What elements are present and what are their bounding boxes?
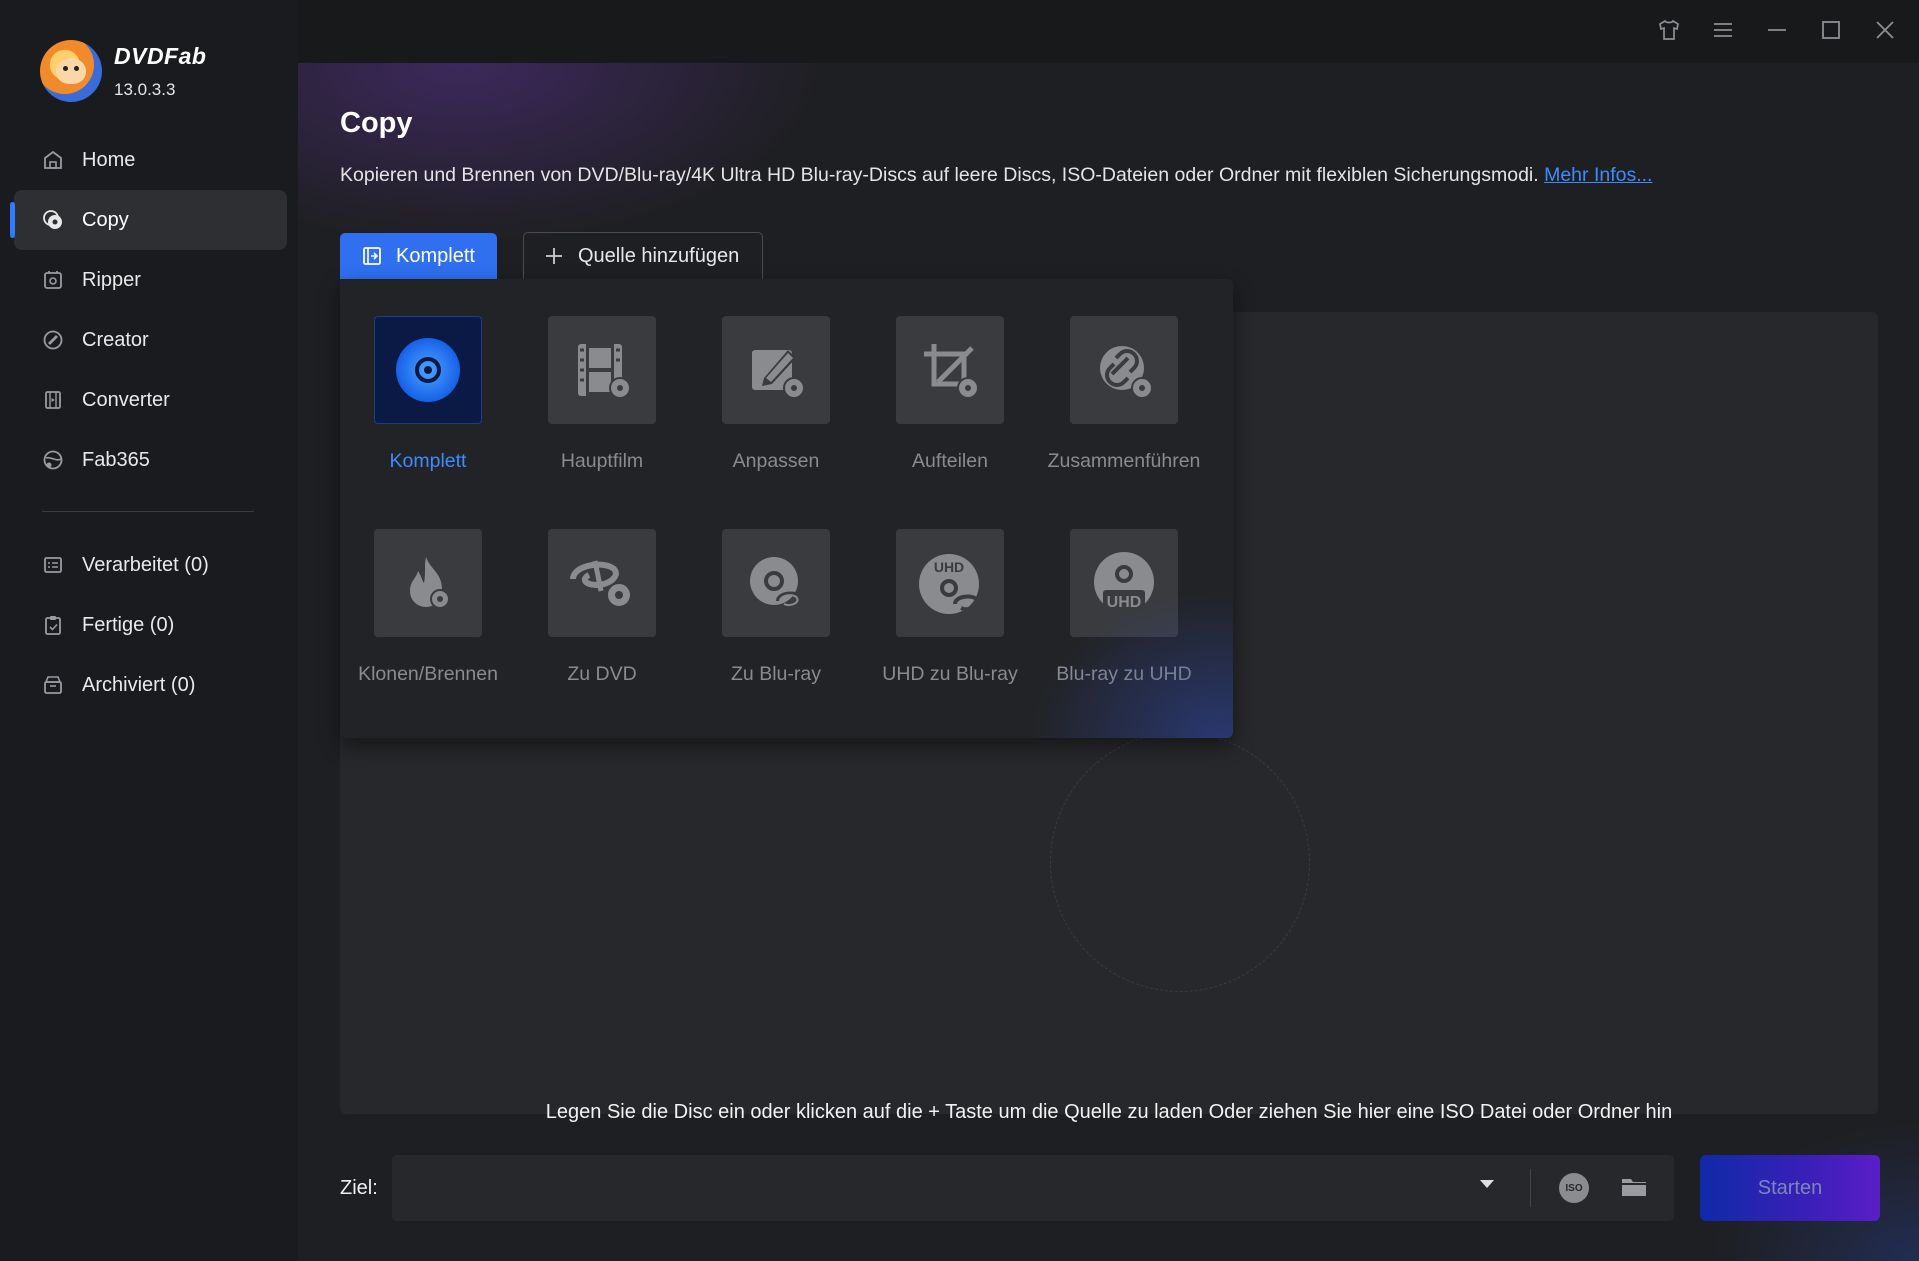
target-divider (1530, 1169, 1531, 1207)
processing-list-icon (42, 554, 64, 576)
mode-anpassen[interactable]: Anpassen (689, 316, 863, 473)
home-icon (42, 149, 64, 171)
sidebar-item-label: Creator (82, 328, 149, 351)
uhd-badge-text: UHD (1107, 594, 1142, 611)
app-version: 13.0.3.3 (114, 79, 176, 99)
sidebar-item-home[interactable]: Home (14, 130, 287, 190)
page-title: Copy (340, 107, 413, 139)
folder-icon[interactable] (1620, 1175, 1648, 1204)
chevron-down-icon[interactable] (1480, 1180, 1494, 1188)
mode-label: Zu DVD (567, 663, 637, 685)
mode-label: Zu Blu-ray (731, 663, 821, 685)
more-info-link[interactable]: Mehr Infos... (1544, 164, 1652, 186)
add-source-label: Quelle hinzufügen (578, 244, 740, 267)
edit-pencil-icon (722, 316, 830, 424)
sidebar-divider (42, 511, 254, 512)
brand: DVDFab 13.0.3.3 (40, 40, 206, 102)
start-button[interactable]: Starten (1700, 1155, 1880, 1221)
mode-komplett[interactable]: Komplett (341, 316, 515, 473)
tshirt-skin-icon[interactable] (1653, 14, 1685, 46)
minimize-icon[interactable] (1761, 14, 1793, 46)
maximize-icon[interactable] (1815, 14, 1847, 46)
copy-mode-label: Komplett (396, 244, 475, 267)
sidebar-item-label: Verarbeitet (0) (82, 553, 209, 576)
sidebar-item-converter[interactable]: Converter (14, 370, 287, 430)
page-description: Kopieren und Brennen von DVD/Blu-ray/4K … (340, 164, 1652, 187)
sidebar-item-copy[interactable]: Copy (10, 190, 287, 250)
disc-placeholder-icon (1050, 732, 1310, 992)
queue-nav: Verarbeitet (0) Fertige (0) Archiviert (… (14, 535, 287, 715)
dvdfab-logo-icon (40, 40, 102, 102)
sidebar-item-label: Fab365 (82, 448, 150, 471)
drop-hint: Legen Sie die Disc ein oder klicken auf … (545, 1101, 1673, 1123)
mode-zusammenfuehren[interactable]: Zusammenführen (1037, 316, 1211, 473)
mode-label: UHD zu Blu-ray (882, 663, 1018, 685)
mode-label: Klonen/Brennen (358, 663, 498, 685)
burn-flame-icon (374, 529, 482, 637)
mode-switch-icon (362, 246, 382, 266)
iso-output-icon[interactable]: ISO (1559, 1173, 1589, 1203)
sidebar-item-fab365[interactable]: Fab365 (14, 430, 287, 490)
full-disc-icon (374, 316, 482, 424)
app-name: DVDFab (114, 42, 207, 69)
sidebar-item-processing[interactable]: Verarbeitet (0) (14, 535, 287, 595)
merge-link-icon (1070, 316, 1178, 424)
copy-icon (42, 209, 64, 231)
sidebar-item-label: Copy (82, 208, 129, 231)
sidebar-item-ripper[interactable]: Ripper (14, 250, 287, 310)
menu-icon[interactable] (1707, 14, 1739, 46)
mode-aufteilen[interactable]: Aufteilen (863, 316, 1037, 473)
uhd-to-bluray-icon: UHD (896, 529, 1004, 637)
plus-icon (544, 246, 564, 266)
main-nav: Home Copy Ripper Creator Converter Fab36… (10, 130, 287, 490)
sidebar-item-archived[interactable]: Archiviert (0) (14, 655, 287, 715)
mode-label: Komplett (389, 450, 467, 472)
mode-label: Aufteilen (912, 450, 988, 472)
finished-clipboard-icon (42, 614, 64, 636)
mode-zu-bluray[interactable]: Zu Blu-ray (689, 529, 863, 686)
sidebar-item-label: Converter (82, 388, 170, 411)
description-text: Kopieren und Brennen von DVD/Blu-ray/4K … (340, 164, 1539, 186)
close-icon[interactable] (1869, 14, 1901, 46)
sidebar-item-finished[interactable]: Fertige (0) (14, 595, 287, 655)
sidebar-item-creator[interactable]: Creator (14, 310, 287, 370)
add-source-button[interactable]: Quelle hinzufügen (523, 232, 763, 279)
mode-label: Zusammenführen (1047, 450, 1201, 472)
copy-mode-button[interactable]: Komplett (340, 233, 497, 279)
iso-label: ISO (1565, 1182, 1583, 1194)
creator-icon (42, 329, 64, 351)
disc-to-bluray-icon (722, 529, 830, 637)
sidebar: DVDFab 13.0.3.3 Home Copy Ripper Creator… (0, 0, 298, 1261)
sidebar-item-label: Archiviert (0) (82, 673, 196, 696)
bluray-to-uhd-icon: UHD (1070, 529, 1178, 637)
mode-uhd-zu-bluray[interactable]: UHD UHD zu Blu-ray (863, 529, 1037, 686)
title-bar (298, 0, 1919, 63)
mode-label: Hauptfilm (560, 450, 644, 472)
ripper-icon (42, 269, 64, 291)
sidebar-item-label: Home (82, 148, 136, 171)
target-path-dropdown[interactable]: ISO (392, 1155, 1674, 1221)
copy-mode-panel: Komplett Hauptfilm Anpassen Aufteilen Zu… (340, 279, 1233, 738)
mode-label: Anpassen (732, 450, 820, 472)
split-crop-icon (896, 316, 1004, 424)
bluray-to-dvd-icon (548, 529, 656, 637)
converter-icon (42, 389, 64, 411)
mode-bluray-zu-uhd[interactable]: UHD Blu-ray zu UHD (1037, 529, 1211, 686)
sidebar-item-label: Ripper (82, 268, 141, 291)
film-strip-icon (548, 316, 656, 424)
mode-zu-dvd[interactable]: Zu DVD (515, 529, 689, 686)
archive-box-icon (42, 674, 64, 696)
target-label: Ziel: (340, 1177, 378, 1199)
fab365-icon (42, 449, 64, 471)
mode-label: Blu-ray zu UHD (1056, 663, 1192, 685)
mode-hauptfilm[interactable]: Hauptfilm (515, 316, 689, 473)
uhd-badge-text: UHD (934, 559, 964, 575)
main-content: Copy Kopieren und Brennen von DVD/Blu-ra… (298, 63, 1919, 1261)
sidebar-item-label: Fertige (0) (82, 613, 175, 636)
mode-klonen-brennen[interactable]: Klonen/Brennen (341, 529, 515, 686)
